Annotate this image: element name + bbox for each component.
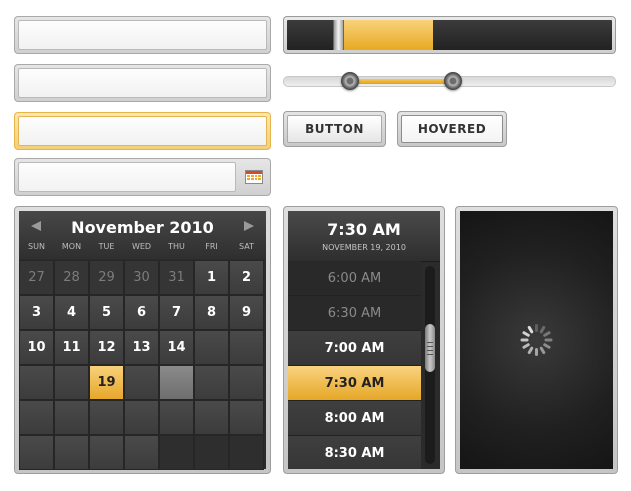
chevron-right-icon[interactable]	[244, 221, 254, 231]
time-option-selected[interactable]: 7:30 AM	[288, 366, 421, 401]
time-option[interactable]: 8:00 AM	[288, 401, 421, 436]
calendar-day-selected[interactable]: 19	[89, 365, 124, 400]
calendar-day-empty[interactable]	[54, 400, 89, 435]
weekday-label: MON	[61, 242, 82, 251]
calendar-day-empty[interactable]	[54, 365, 89, 400]
calendar-day[interactable]: 5	[89, 295, 124, 330]
weekday-label: THU	[168, 242, 185, 251]
time-picker: 7:30 AM NOVEMBER 19, 2010 6:00 AM 6:30 AM…	[288, 211, 440, 469]
range-slider-track[interactable]	[283, 72, 616, 90]
calendar-day[interactable]: 10	[19, 330, 54, 365]
calendar-day[interactable]: 8	[194, 295, 229, 330]
date-input[interactable]	[18, 162, 236, 192]
progress-bar[interactable]	[287, 20, 612, 50]
time-picker-panel: 7:30 AM NOVEMBER 19, 2010 6:00 AM 6:30 AM…	[283, 206, 445, 474]
time-list-scrollbar[interactable]	[425, 266, 435, 464]
button-frame[interactable]: BUTTON	[283, 111, 386, 147]
calendar-day-empty[interactable]	[124, 400, 159, 435]
scrollbar-thumb[interactable]	[425, 324, 435, 372]
calendar-day-empty[interactable]	[194, 400, 229, 435]
calendar: November 2010 SUN MON TUE WED THU FRI SAT 27 28…	[19, 211, 266, 470]
text-input-2-frame[interactable]	[14, 64, 271, 102]
calendar-day-empty[interactable]	[194, 365, 229, 400]
weekday-label: FRI	[205, 242, 218, 251]
calendar-day-hovered[interactable]	[159, 365, 194, 400]
time-option[interactable]: 7:00 AM	[288, 331, 421, 366]
selected-time: 7:30 AM	[327, 220, 401, 239]
calendar-panel: November 2010 SUN MON TUE WED THU FRI SAT 27 28…	[14, 206, 271, 474]
calendar-day-other-month[interactable]: 27	[19, 260, 54, 295]
selected-date: NOVEMBER 19, 2010	[322, 243, 406, 252]
loading-panel	[455, 206, 618, 474]
calendar-day[interactable]: 11	[54, 330, 89, 365]
calendar-day-empty[interactable]	[124, 365, 159, 400]
range-slider-low-knob[interactable]	[341, 72, 360, 90]
calendar-day[interactable]: 9	[229, 295, 264, 330]
weekday-label: WED	[131, 242, 152, 251]
calendar-day[interactable]: 13	[124, 330, 159, 365]
calendar-header: November 2010 SUN MON TUE WED THU FRI SAT	[19, 211, 266, 259]
loading-view	[460, 211, 613, 469]
calendar-day[interactable]: 4	[54, 295, 89, 330]
weekday-label: SAT	[239, 242, 254, 251]
time-picker-header: 7:30 AM NOVEMBER 19, 2010	[288, 211, 440, 262]
date-input-frame[interactable]	[14, 158, 271, 196]
progress-bar-frame	[283, 16, 616, 54]
progress-handle[interactable]	[333, 20, 345, 50]
weekday-label: TUE	[98, 242, 115, 251]
calendar-title: November 2010	[71, 218, 214, 237]
hovered-button[interactable]: HOVERED	[401, 115, 503, 143]
time-list: 6:00 AM 6:30 AM 7:00 AM 7:30 AM 8:00 AM 8:30 …	[288, 261, 421, 469]
text-input-focused[interactable]	[18, 116, 267, 146]
range-slider-fill	[350, 79, 453, 84]
text-input-1[interactable]	[18, 20, 267, 50]
calendar-day-empty[interactable]	[159, 435, 194, 470]
calendar-day-empty[interactable]	[89, 400, 124, 435]
calendar-day[interactable]: 2	[229, 260, 264, 295]
calendar-day[interactable]: 1	[194, 260, 229, 295]
time-option[interactable]: 6:00 AM	[288, 261, 421, 296]
calendar-day-empty[interactable]	[19, 365, 54, 400]
calendar-day-empty[interactable]	[159, 400, 194, 435]
calendar-day[interactable]: 6	[124, 295, 159, 330]
text-input-2[interactable]	[18, 68, 267, 98]
normal-button[interactable]: BUTTON	[287, 115, 382, 143]
hovered-button-frame[interactable]: HOVERED	[397, 111, 507, 147]
calendar-day-empty[interactable]	[229, 435, 264, 470]
calendar-day-other-month[interactable]: 30	[124, 260, 159, 295]
calendar-day-empty[interactable]	[19, 400, 54, 435]
calendar-day-empty[interactable]	[229, 365, 264, 400]
spinner-icon	[520, 323, 554, 357]
calendar-day-empty[interactable]	[19, 435, 54, 470]
weekday-label: SUN	[28, 242, 45, 251]
calendar-day-empty[interactable]	[89, 435, 124, 470]
calendar-day[interactable]: 7	[159, 295, 194, 330]
calendar-day[interactable]: 3	[19, 295, 54, 330]
calendar-day[interactable]: 14	[159, 330, 194, 365]
calendar-day-empty[interactable]	[229, 330, 264, 365]
calendar-day-other-month[interactable]: 29	[89, 260, 124, 295]
progress-fill	[342, 20, 434, 50]
text-input-1-frame[interactable]	[14, 16, 271, 54]
calendar-day-other-month[interactable]: 31	[159, 260, 194, 295]
calendar-icon[interactable]	[245, 170, 263, 184]
time-option[interactable]: 6:30 AM	[288, 296, 421, 331]
range-slider-high-knob[interactable]	[443, 72, 462, 90]
calendar-day-empty[interactable]	[194, 330, 229, 365]
calendar-grid: 27 28 29 30 31 1 2 3 4 5 6 7 8 9 10 11 12 13 14 19	[19, 260, 264, 470]
calendar-day-empty[interactable]	[124, 435, 159, 470]
calendar-day[interactable]: 12	[89, 330, 124, 365]
calendar-day-empty[interactable]	[229, 400, 264, 435]
calendar-day-other-month[interactable]: 28	[54, 260, 89, 295]
time-option[interactable]: 8:30 AM	[288, 436, 421, 469]
text-input-focused-frame[interactable]	[14, 112, 271, 150]
weekday-header-row: SUN MON TUE WED THU FRI SAT	[19, 242, 266, 251]
calendar-day-empty[interactable]	[54, 435, 89, 470]
calendar-day-empty[interactable]	[194, 435, 229, 470]
